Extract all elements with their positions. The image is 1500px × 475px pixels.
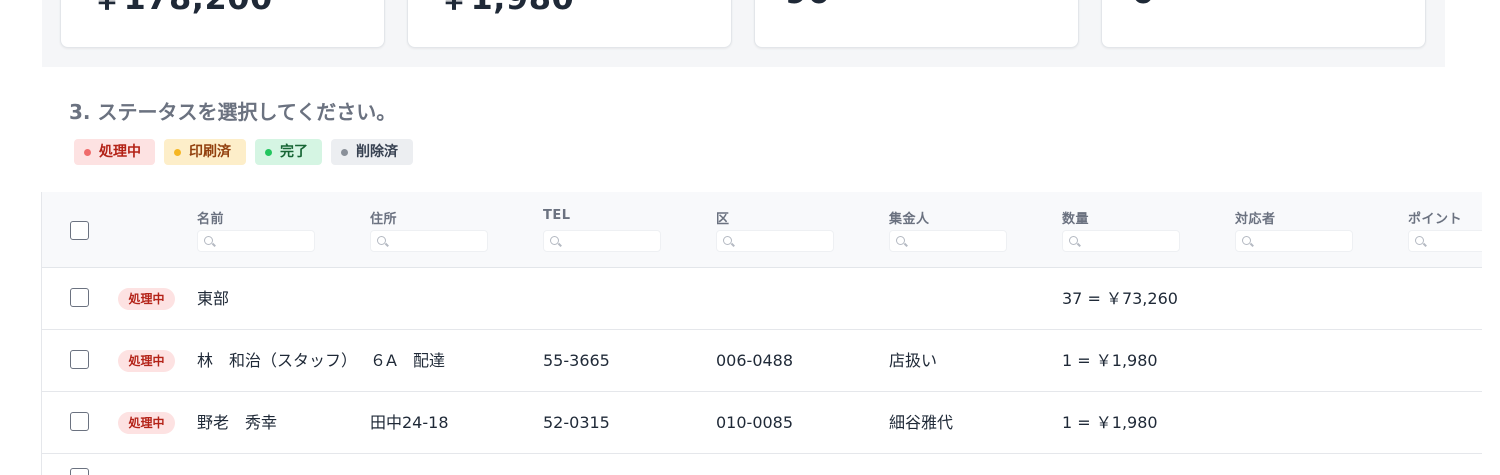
summary-stats-band: ￥178,200 ￥1,980 90 0 <box>42 0 1445 67</box>
collector-filter-input[interactable] <box>889 230 1007 252</box>
cell-ward: 006-0488 <box>716 351 794 370</box>
column-tel: TEL <box>543 208 661 252</box>
search-icon <box>550 236 559 245</box>
column-handler: 対応者 <box>1235 208 1353 252</box>
column-label: 数量 <box>1062 212 1090 227</box>
points-filter-input[interactable] <box>1408 230 1482 252</box>
search-icon <box>1415 236 1424 245</box>
status-filter-complete[interactable]: 完了 <box>255 139 322 165</box>
name-filter-input[interactable] <box>197 230 315 252</box>
cell-address: ６A 配達 <box>370 351 445 370</box>
cell-tel: 52-0315 <box>543 413 610 432</box>
table-row[interactable]: 処理中 林 和治（スタッフ） ６A 配達 55-3665 006-0488 店扱… <box>42 330 1482 392</box>
status-filter-printed[interactable]: 印刷済 <box>164 139 246 165</box>
stat-value: ￥1,980 <box>438 0 574 19</box>
cell-quantity: 37 = ￥73,260 <box>1062 289 1178 308</box>
row-checkbox[interactable] <box>70 350 89 369</box>
cell-tel: 55-3665 <box>543 351 610 370</box>
column-points: ポイント <box>1408 208 1482 252</box>
column-collector: 集金人 <box>889 208 1007 252</box>
stat-value: ￥178,200 <box>91 0 273 19</box>
tel-filter-input[interactable] <box>543 230 661 252</box>
column-label: 対応者 <box>1235 212 1276 227</box>
status-filter-processing[interactable]: 処理中 <box>74 139 155 165</box>
column-label: 住所 <box>370 212 398 227</box>
column-label: 名前 <box>197 212 225 227</box>
column-ward: 区 <box>716 208 834 252</box>
status-filter-label: 削除済 <box>356 144 398 160</box>
status-filter-label: 完了 <box>280 144 308 160</box>
cell-collector: 細谷雅代 <box>889 413 954 432</box>
status-badge: 処理中 <box>118 350 175 372</box>
status-badge: 処理中 <box>118 288 175 310</box>
column-label: 集金人 <box>889 212 930 227</box>
table-row[interactable]: 処理中 東部 37 = ￥73,260 <box>42 268 1482 330</box>
stat-card-unit-price: ￥1,980 <box>407 0 732 48</box>
cell-name: 林 和治（スタッフ） <box>197 351 358 370</box>
table-header: 名前 住所 TEL 区 集金人 数量 対応者 ポイント <box>42 192 1482 268</box>
status-dot-icon <box>174 149 181 156</box>
cell-quantity: 1 = ￥1,980 <box>1062 413 1158 432</box>
status-filter-deleted[interactable]: 削除済 <box>331 139 413 165</box>
row-checkbox[interactable] <box>70 288 89 307</box>
row-checkbox[interactable] <box>70 468 89 475</box>
orders-table: 名前 住所 TEL 区 集金人 数量 対応者 ポイント 処理中 東部 37 = … <box>41 192 1482 475</box>
cell-collector: 店扱い <box>889 351 938 370</box>
stat-card-count: 90 <box>754 0 1079 48</box>
cell-quantity: 1 = ￥1,980 <box>1062 351 1158 370</box>
column-address: 住所 <box>370 208 488 252</box>
search-icon <box>1242 236 1251 245</box>
status-badge: 処理中 <box>118 412 175 434</box>
stat-value: 90 <box>785 0 831 11</box>
cell-name: 東部 <box>197 289 230 308</box>
status-dot-icon <box>84 149 91 156</box>
search-icon <box>1069 236 1078 245</box>
select-all-checkbox[interactable] <box>70 221 89 240</box>
cell-name: 野老 秀幸 <box>197 413 278 432</box>
column-quantity: 数量 <box>1062 208 1180 252</box>
cell-ward: 010-0085 <box>716 413 794 432</box>
stat-card-total-amount: ￥178,200 <box>60 0 385 48</box>
ward-filter-input[interactable] <box>716 230 834 252</box>
stat-value: 0 <box>1132 0 1155 11</box>
column-name: 名前 <box>197 208 315 252</box>
row-checkbox[interactable] <box>70 412 89 431</box>
column-label: TEL <box>543 208 571 223</box>
handler-filter-input[interactable] <box>1235 230 1353 252</box>
search-icon <box>723 236 732 245</box>
quantity-filter-input[interactable] <box>1062 230 1180 252</box>
status-filter-label: 処理中 <box>99 144 141 160</box>
status-dot-icon <box>265 149 272 156</box>
table-row[interactable]: 処理中 野老 秀幸 田中24-18 52-0315 010-0085 細谷雅代 … <box>42 392 1482 454</box>
table-row[interactable] <box>42 454 1482 475</box>
cell-address: 田中24-18 <box>370 413 449 432</box>
address-filter-input[interactable] <box>370 230 488 252</box>
search-icon <box>204 236 213 245</box>
stat-card-other: 0 <box>1101 0 1426 48</box>
search-icon <box>377 236 386 245</box>
column-label: 区 <box>716 212 730 227</box>
search-icon <box>896 236 905 245</box>
status-filter-label: 印刷済 <box>189 144 231 160</box>
column-label: ポイント <box>1408 212 1463 227</box>
section-title: 3. ステータスを選択してください。 <box>69 100 397 124</box>
status-dot-icon <box>341 149 348 156</box>
